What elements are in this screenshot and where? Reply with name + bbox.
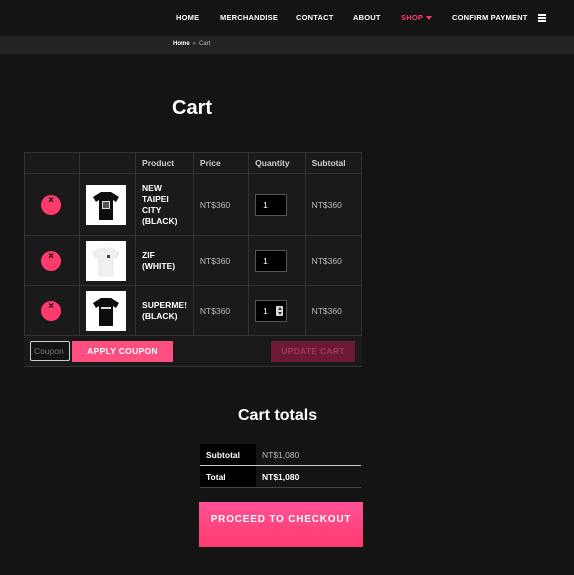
- tshirt-icon: [93, 191, 120, 220]
- subtotal-label: Subtotal: [200, 444, 256, 465]
- thumb-cell: [79, 285, 137, 336]
- quantity-value: 1: [263, 305, 268, 316]
- cart-totals-table: Subtotal NT$1,080 Total NT$1,080: [200, 444, 361, 488]
- quantity-input[interactable]: 1: [255, 249, 288, 272]
- product-thumbnail[interactable]: [86, 290, 127, 331]
- quantity-input[interactable]: 1: [255, 193, 288, 216]
- spinner-arrows-icon[interactable]: [276, 305, 284, 316]
- quantity-cell: 1: [248, 285, 306, 336]
- nav-about-link[interactable]: ABOUT: [353, 13, 381, 22]
- checkout-label: PROCEED TO CHECKOUT: [210, 514, 352, 525]
- product-cell: ZIF (WHITE): [135, 235, 194, 286]
- header-quantity: Quantity: [248, 152, 306, 174]
- subtotal-cell: NT$360: [304, 235, 363, 286]
- nav-merchandise-link[interactable]: MERCHANDISE: [220, 13, 278, 22]
- remove-item-button[interactable]: ×: [41, 194, 61, 215]
- total-row: Total NT$1,080: [200, 466, 361, 488]
- quantity-cell: 1: [248, 235, 306, 286]
- header-subtotal: Subtotal: [304, 152, 363, 174]
- breadcrumb-bar: Home» Cart: [0, 36, 574, 54]
- subtotal-value: NT$1,080: [262, 450, 300, 460]
- tshirt-icon: [93, 297, 120, 326]
- breadcrumb-home-link[interactable]: Home: [173, 41, 190, 47]
- price-cell: NT$360: [192, 173, 250, 236]
- quantity-input[interactable]: 1: [255, 299, 288, 322]
- hamburger-icon[interactable]: [538, 14, 546, 22]
- apply-coupon-button[interactable]: APPLY COUPON: [72, 341, 173, 362]
- nav-shop-link[interactable]: SHOP: [401, 13, 433, 22]
- cart-totals-title: Cart totals: [238, 407, 318, 424]
- product-cell: NEW TAIPEI CITY (BLACK): [135, 173, 194, 236]
- product-cell: SUPERME! (BLACK): [135, 285, 194, 336]
- remove-cell: ×: [23, 285, 81, 336]
- header-product: Product: [135, 152, 194, 174]
- header-thumbnail: [79, 152, 137, 174]
- product-thumbnail[interactable]: [86, 184, 127, 225]
- remove-item-button[interactable]: ×: [41, 250, 61, 271]
- top-navigation: HOME MERCHANDISE CONTACT ABOUT SHOP CONF…: [0, 0, 574, 36]
- nav-confirm-payment-link[interactable]: CONFIRM PAYMENT: [452, 13, 528, 22]
- thumb-cell: [79, 235, 137, 286]
- header-price: Price: [192, 152, 250, 174]
- subtotal-cell: NT$360: [304, 173, 363, 236]
- cart-row: × NEW TAIPEI CITY (BLACK) NT$360 1 NT$36…: [23, 173, 363, 236]
- breadcrumb-current: Cart: [199, 41, 211, 47]
- total-label: Total: [200, 466, 256, 487]
- remove-cell: ×: [23, 173, 81, 236]
- cart-row: × ZIF (WHITE) NT$360 1 NT$360: [23, 235, 363, 286]
- product-thumbnail[interactable]: [86, 240, 127, 281]
- header-remove: [23, 152, 81, 174]
- remove-item-button[interactable]: ×: [41, 300, 61, 321]
- quantity-cell: 1: [248, 173, 306, 236]
- cart-header-row: Product Price Quantity Subtotal: [23, 152, 363, 174]
- cart-row: × SUPERME! (BLACK) NT$360 1 NT$360: [23, 285, 363, 336]
- product-name-link[interactable]: NEW TAIPEI CITY (BLACK): [142, 183, 177, 226]
- price-cell: NT$360: [192, 285, 250, 336]
- caret-down-icon: [426, 16, 433, 21]
- thumb-cell: [79, 173, 137, 236]
- coupon-input[interactable]: [30, 341, 70, 361]
- product-name-link[interactable]: SUPERME! (BLACK): [142, 300, 187, 321]
- cart-actions-row: APPLY COUPON UPDATE CART: [24, 336, 362, 367]
- nav-shop-label: SHOP: [401, 13, 424, 22]
- tshirt-icon: [92, 247, 120, 276]
- update-cart-button[interactable]: UPDATE CART: [271, 341, 355, 362]
- breadcrumb-separator: »: [192, 41, 197, 47]
- subtotal-cell: NT$360: [304, 285, 363, 336]
- remove-cell: ×: [23, 235, 81, 286]
- breadcrumb: Home» Cart: [173, 41, 210, 47]
- product-name-link[interactable]: ZIF (WHITE): [142, 250, 175, 271]
- cart-table: Product Price Quantity Subtotal × NEW TA…: [23, 152, 363, 336]
- nav-home-link[interactable]: HOME: [176, 13, 199, 22]
- total-value: NT$1,080: [262, 472, 300, 482]
- page-title: Cart: [172, 97, 213, 119]
- price-cell: NT$360: [192, 235, 250, 286]
- subtotal-row: Subtotal NT$1,080: [200, 444, 361, 466]
- proceed-to-checkout-button[interactable]: PROCEED TO CHECKOUT: [199, 502, 363, 547]
- nav-contact-link[interactable]: CONTACT: [296, 13, 334, 22]
